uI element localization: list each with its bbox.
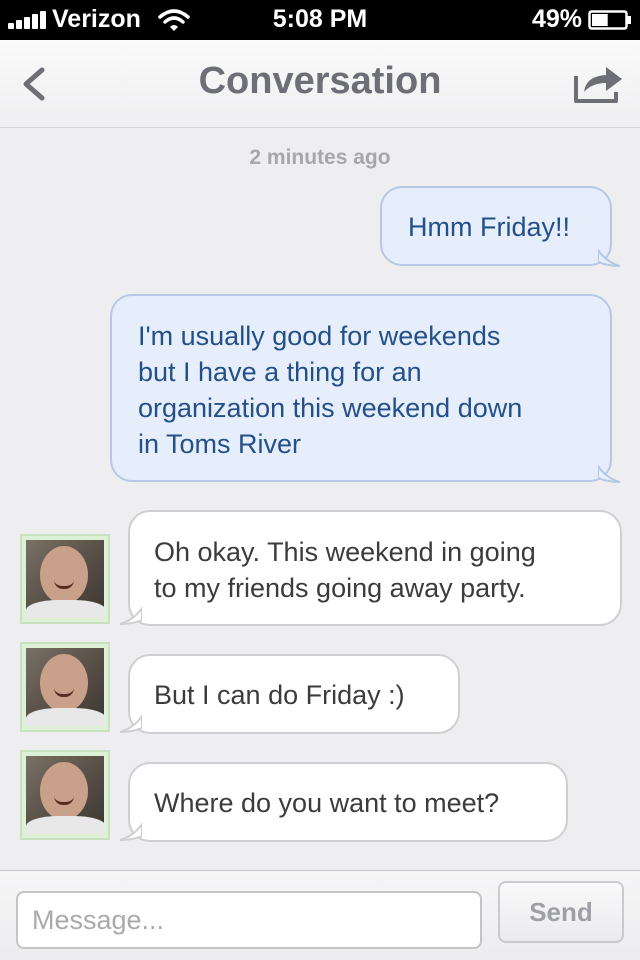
send-button[interactable]: Send bbox=[498, 881, 624, 943]
message-line: But I can do Friday :) bbox=[154, 680, 405, 710]
message-line: Where do you want to meet? bbox=[154, 788, 500, 818]
message-line: Oh okay. This weekend in going bbox=[154, 537, 536, 567]
incoming-message[interactable]: Oh okay. This weekend in going to my fri… bbox=[128, 510, 622, 626]
message-line: organization this weekend down bbox=[138, 393, 523, 423]
contact-avatar[interactable] bbox=[20, 750, 110, 840]
incoming-message[interactable]: Where do you want to meet? bbox=[128, 762, 568, 842]
bubble-tail-icon bbox=[119, 822, 142, 841]
conversation-timestamp: 2 minutes ago bbox=[249, 146, 391, 169]
avatar-photo bbox=[26, 756, 104, 834]
message-line: to my friends going away party. bbox=[154, 573, 526, 603]
message-line: I'm usually good for weekends bbox=[138, 321, 501, 351]
avatar-photo bbox=[26, 540, 104, 618]
message-input[interactable] bbox=[16, 891, 482, 949]
incoming-message[interactable]: But I can do Friday :) bbox=[128, 654, 460, 734]
message-line: in Toms River bbox=[138, 429, 302, 459]
page-title: Conversation bbox=[198, 60, 442, 102]
navigation-bar: Conversation bbox=[0, 40, 640, 128]
contact-avatar[interactable] bbox=[20, 534, 110, 624]
bubble-tail-icon bbox=[119, 606, 142, 625]
battery-icon bbox=[588, 10, 631, 30]
contact-avatar[interactable] bbox=[20, 642, 110, 732]
bubble-tail-icon bbox=[598, 464, 621, 483]
message-line: Hmm Friday!! bbox=[408, 212, 570, 242]
share-arrow-icon[interactable] bbox=[572, 62, 626, 104]
message-composer: Send bbox=[0, 870, 640, 960]
outgoing-message[interactable]: Hmm Friday!! bbox=[380, 186, 612, 266]
status-bar: Verizon 5:08 PM 49% bbox=[0, 0, 640, 40]
bubble-tail-icon bbox=[598, 248, 621, 267]
message-line: but I have a thing for an bbox=[138, 357, 422, 387]
avatar-photo bbox=[26, 648, 104, 726]
outgoing-message[interactable]: I'm usually good for weekends but I have… bbox=[110, 294, 612, 482]
bubble-tail-icon bbox=[119, 714, 142, 733]
battery-percentage: 49% bbox=[531, 5, 582, 33]
